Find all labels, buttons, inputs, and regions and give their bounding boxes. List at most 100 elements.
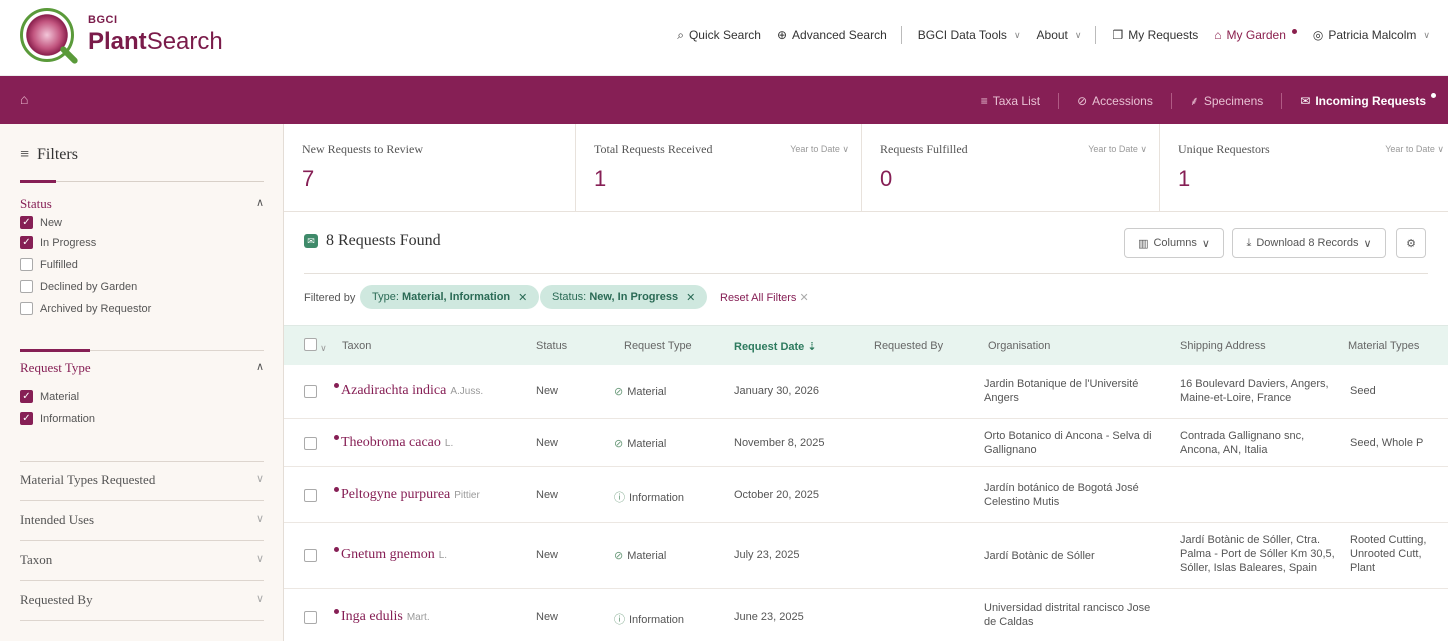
checkbox-checked[interactable]: ✓: [20, 216, 33, 229]
subnav-accessions[interactable]: ⊘ Accessions: [1077, 94, 1153, 108]
checkbox[interactable]: [304, 489, 317, 502]
chevron-down-icon: ∨: [255, 593, 264, 605]
table-header: ∨ Taxon Status Request Type Request Date…: [284, 325, 1448, 365]
type-option-material[interactable]: ✓ Material: [20, 390, 79, 403]
stat-total-requests: Total Requests Received Year to Date ∨ 1: [576, 124, 862, 212]
gear-icon: ⚙: [1406, 237, 1416, 250]
filter-lines-icon: ≡: [20, 146, 30, 163]
checkbox[interactable]: [20, 280, 33, 293]
close-icon[interactable]: ✕: [518, 291, 527, 304]
col-status[interactable]: Status: [536, 340, 567, 352]
checkbox[interactable]: [304, 338, 317, 351]
table-row[interactable]: Theobroma cacao L. New ⊘ Material November…: [284, 419, 1448, 467]
type-filter-chip[interactable]: Type: Material, Information ✕: [360, 285, 540, 309]
info-icon: ⓘ: [614, 492, 625, 504]
my-garden-link[interactable]: ⌂ My Garden: [1214, 28, 1297, 42]
status-option-fulfilled[interactable]: Fulfilled: [20, 258, 78, 271]
taxon-link[interactable]: Inga edulis Mart.: [334, 609, 430, 625]
table-row[interactable]: Inga edulis Mart. New ⓘ Information June 2…: [284, 589, 1448, 641]
select-all[interactable]: ∨: [304, 338, 327, 354]
col-organisation[interactable]: Organisation: [988, 340, 1050, 352]
filters-title: ≡ Filters: [20, 146, 78, 163]
inbox-icon: ✉: [1300, 93, 1311, 108]
col-shipping-address[interactable]: Shipping Address: [1180, 340, 1266, 352]
unread-dot: [334, 383, 339, 388]
settings-button[interactable]: ⚙: [1396, 228, 1426, 258]
advanced-search-link[interactable]: ⊕ Advanced Search: [777, 28, 887, 42]
subnav-taxa-list[interactable]: ≡ Taxa List: [981, 94, 1040, 108]
user-menu[interactable]: ◎ Patricia Malcolm ∨: [1313, 28, 1430, 42]
type-option-information[interactable]: ✓ Information: [20, 412, 95, 425]
checkbox[interactable]: [304, 549, 317, 562]
col-request-date[interactable]: Request Date ⇣: [734, 340, 817, 353]
col-request-type[interactable]: Request Type: [624, 340, 692, 352]
status-option-in-progress[interactable]: ✓ In Progress: [20, 236, 96, 249]
status-option-new[interactable]: ✓ New: [20, 216, 62, 229]
range-dropdown[interactable]: Year to Date ∨: [790, 144, 849, 155]
chevron-down-icon: ∨: [320, 343, 327, 353]
filter-intended-uses[interactable]: Intended Uses ∨: [20, 512, 264, 528]
checkbox[interactable]: [304, 385, 317, 398]
table-row[interactable]: Azadirachta indica A.Juss. New ⊘ Material …: [284, 365, 1448, 419]
user-icon: ◎: [1312, 28, 1324, 42]
my-requests-link[interactable]: ❐ My Requests: [1112, 28, 1198, 42]
checkbox-checked[interactable]: ✓: [20, 412, 33, 425]
checkbox-checked[interactable]: ✓: [20, 390, 33, 403]
filters-sidebar: ≡ Filters Status ∧ ✓ New ✓ In Progress Fulfi…: [0, 124, 284, 641]
chevron-down-icon: ∨: [1074, 29, 1082, 40]
chevron-down-icon: ∨: [1201, 237, 1210, 250]
info-icon: ⓘ: [614, 614, 625, 626]
status-option-archived[interactable]: Archived by Requestor: [20, 302, 151, 315]
chevron-up-icon: ∧: [255, 197, 264, 209]
request-type-filter-header[interactable]: Request Type ∧: [20, 360, 264, 376]
subnav-incoming-requests[interactable]: ✉ Incoming Requests: [1300, 93, 1436, 108]
filter-material-types[interactable]: Material Types Requested ∨: [20, 472, 264, 488]
status-option-declined[interactable]: Declined by Garden: [20, 280, 137, 293]
chevron-down-icon: ∨: [255, 513, 264, 525]
data-tools-menu[interactable]: BGCI Data Tools ∨: [918, 28, 1021, 42]
unread-dot: [334, 435, 339, 440]
quick-search-link[interactable]: ⌕ Quick Search: [677, 28, 761, 43]
taxon-link[interactable]: Peltogyne purpurea Pittier: [334, 487, 480, 503]
table-row[interactable]: Peltogyne purpurea Pittier New ⓘ Informati…: [284, 467, 1448, 523]
request-icon: ✉: [304, 234, 318, 248]
reset-filters-link[interactable]: Reset All Filters ✕: [720, 291, 809, 304]
filter-taxon[interactable]: Taxon ∨: [20, 552, 264, 568]
col-material-types[interactable]: Material Types: [1348, 340, 1419, 352]
status-filter-header[interactable]: Status ∧: [20, 196, 264, 212]
leaf-icon: ⊘: [614, 438, 624, 450]
taxon-link[interactable]: Azadirachta indica A.Juss.: [334, 383, 483, 399]
checkbox-checked[interactable]: ✓: [20, 236, 33, 249]
col-taxon[interactable]: Taxon: [342, 340, 371, 352]
status-filter-chip[interactable]: Status: New, In Progress ✕: [540, 285, 708, 309]
leaf-icon: ⊘: [614, 386, 624, 398]
filter-requested-by[interactable]: Requested By ∨: [20, 592, 264, 608]
columns-button[interactable]: ▥ Columns ∨: [1124, 228, 1224, 258]
plantsearch-logo[interactable]: BGCI PlantSearch: [20, 8, 223, 68]
close-icon: ✕: [799, 292, 809, 304]
chevron-down-icon: ∨: [1013, 29, 1021, 40]
checkbox[interactable]: [20, 258, 33, 271]
top-nav: ⌕ Quick Search ⊕ Advanced Search BGCI Data…: [661, 26, 1430, 44]
checkbox[interactable]: [20, 302, 33, 315]
taxon-link[interactable]: Gnetum gnemon L.: [334, 547, 447, 563]
stats-bar: New Requests to Review 7 Total Requests …: [284, 124, 1448, 212]
columns-icon: ▥: [1138, 237, 1149, 250]
download-button[interactable]: ⤓ Download 8 Records ∨: [1232, 228, 1386, 258]
close-icon[interactable]: ✕: [686, 291, 695, 304]
taxon-link[interactable]: Theobroma cacao L.: [334, 435, 453, 451]
home-icon[interactable]: ⌂: [20, 91, 28, 107]
about-menu[interactable]: About ∨: [1037, 28, 1082, 42]
garden-subnav: ⌂ ≡ Taxa List ⊘ Accessions ⸙ Specimens ✉ Inc…: [0, 76, 1448, 124]
checkbox[interactable]: [304, 611, 317, 624]
chevron-down-icon: ∨: [255, 473, 264, 485]
checkbox[interactable]: [304, 437, 317, 450]
leaf-icon: ⊘: [614, 550, 624, 562]
chevron-down-icon: ∨: [1140, 144, 1147, 154]
col-requested-by[interactable]: Requested By: [874, 340, 943, 352]
range-dropdown[interactable]: Year to Date ∨: [1385, 144, 1444, 155]
chevron-down-icon: ∨: [842, 144, 849, 154]
subnav-specimens[interactable]: ⸙ Specimens: [1190, 92, 1263, 109]
table-row[interactable]: Gnetum gnemon L. New ⊘ Material July 23, 2…: [284, 523, 1448, 589]
range-dropdown[interactable]: Year to Date ∨: [1088, 144, 1147, 155]
